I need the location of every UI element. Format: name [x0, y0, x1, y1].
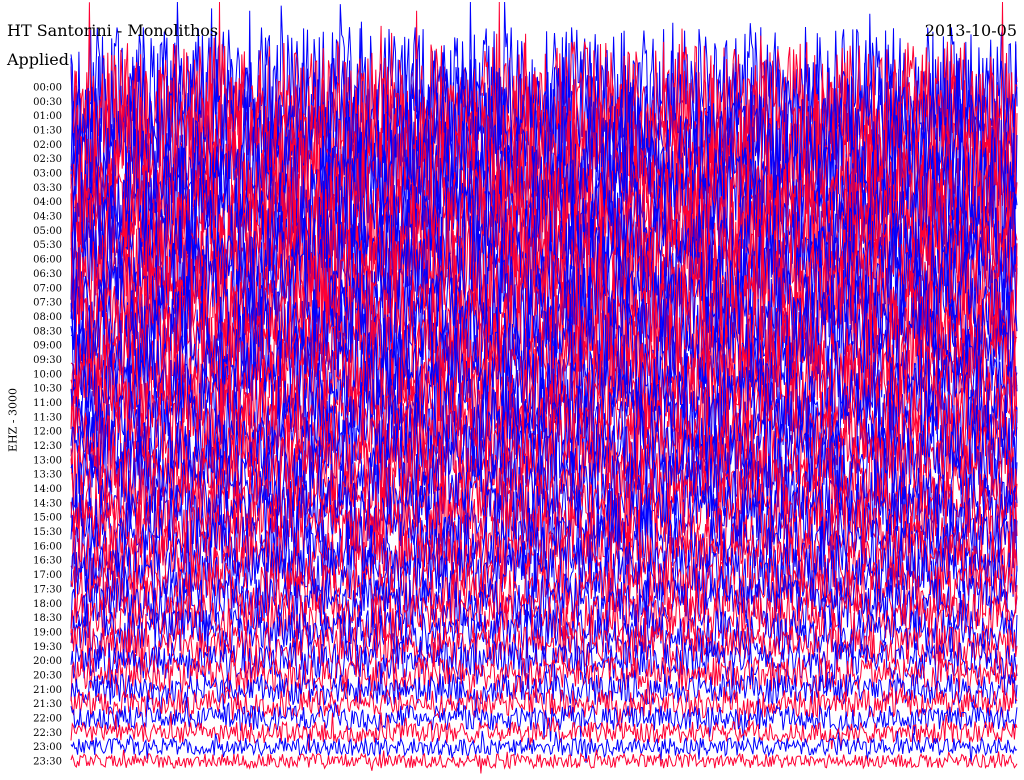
time-tick-label: 08:30 — [33, 326, 62, 337]
time-tick-label: 09:30 — [33, 355, 62, 366]
time-axis-labels: 00:00 00:30 01:00 01:30 02:00 02:30 03:00 03:30… — [33, 83, 62, 768]
time-tick-label: 19:00 — [33, 627, 62, 638]
time-tick-label: 04:00 — [33, 197, 62, 208]
time-tick-label: 17:30 — [33, 584, 62, 595]
station-title: HT Santorini - Monolithos — [7, 21, 219, 40]
time-tick-label: 02:30 — [33, 154, 62, 165]
time-tick-label: 05:00 — [33, 226, 62, 237]
time-tick-label: 04:30 — [33, 212, 62, 223]
time-tick-label: 11:00 — [33, 398, 62, 409]
time-tick-label: 23:00 — [33, 742, 62, 753]
channel-label: EHZ - 3000 — [6, 388, 20, 452]
time-tick-label: 21:00 — [33, 685, 62, 696]
time-tick-label: 15:00 — [33, 513, 62, 524]
time-tick-label: 17:00 — [33, 570, 62, 581]
time-tick-label: 22:30 — [33, 728, 62, 739]
time-tick-label: 15:30 — [33, 527, 62, 538]
time-tick-label: 20:30 — [33, 670, 62, 681]
time-tick-label: 16:00 — [33, 541, 62, 552]
time-tick-label: 07:00 — [33, 283, 62, 294]
time-tick-label: 23:30 — [33, 757, 62, 768]
time-tick-label: 07:30 — [33, 298, 62, 309]
time-tick-label: 06:30 — [33, 269, 62, 280]
time-tick-label: 22:00 — [33, 713, 62, 724]
time-tick-label: 12:30 — [33, 441, 62, 452]
time-tick-label: 16:30 — [33, 556, 62, 567]
time-tick-label: 01:00 — [33, 111, 62, 122]
time-tick-label: 03:00 — [33, 169, 62, 180]
time-tick-label: 05:30 — [33, 240, 62, 251]
time-tick-label: 00:30 — [33, 97, 62, 108]
time-tick-label: 19:30 — [33, 642, 62, 653]
time-tick-label: 00:00 — [33, 83, 62, 94]
time-tick-label: 10:00 — [33, 369, 62, 380]
plot-date: 2013-10-05 — [924, 21, 1017, 40]
time-tick-label: 18:30 — [33, 613, 62, 624]
time-tick-label: 11:30 — [33, 412, 62, 423]
time-tick-label: 09:00 — [33, 341, 62, 352]
time-tick-label: 12:00 — [33, 427, 62, 438]
time-tick-label: 14:30 — [33, 498, 62, 509]
time-tick-label: 06:00 — [33, 255, 62, 266]
time-tick-label: 18:00 — [33, 599, 62, 610]
time-tick-label: 02:00 — [33, 140, 62, 151]
time-tick-label: 21:30 — [33, 699, 62, 710]
time-tick-label: 13:00 — [33, 455, 62, 466]
time-tick-label: 20:00 — [33, 656, 62, 667]
time-tick-label: 10:30 — [33, 384, 62, 395]
time-tick-label: 03:30 — [33, 183, 62, 194]
filter-label: Applied — [7, 50, 69, 69]
time-tick-label: 08:00 — [33, 312, 62, 323]
seismic-traces — [70, 1, 1018, 774]
helicorder-plot: 00:00 00:30 01:00 01:30 02:00 02:30 03:00 03:30… — [33, 1, 1018, 774]
time-tick-label: 13:30 — [33, 470, 62, 481]
time-tick-label: 14:00 — [33, 484, 62, 495]
time-tick-label: 01:30 — [33, 126, 62, 137]
